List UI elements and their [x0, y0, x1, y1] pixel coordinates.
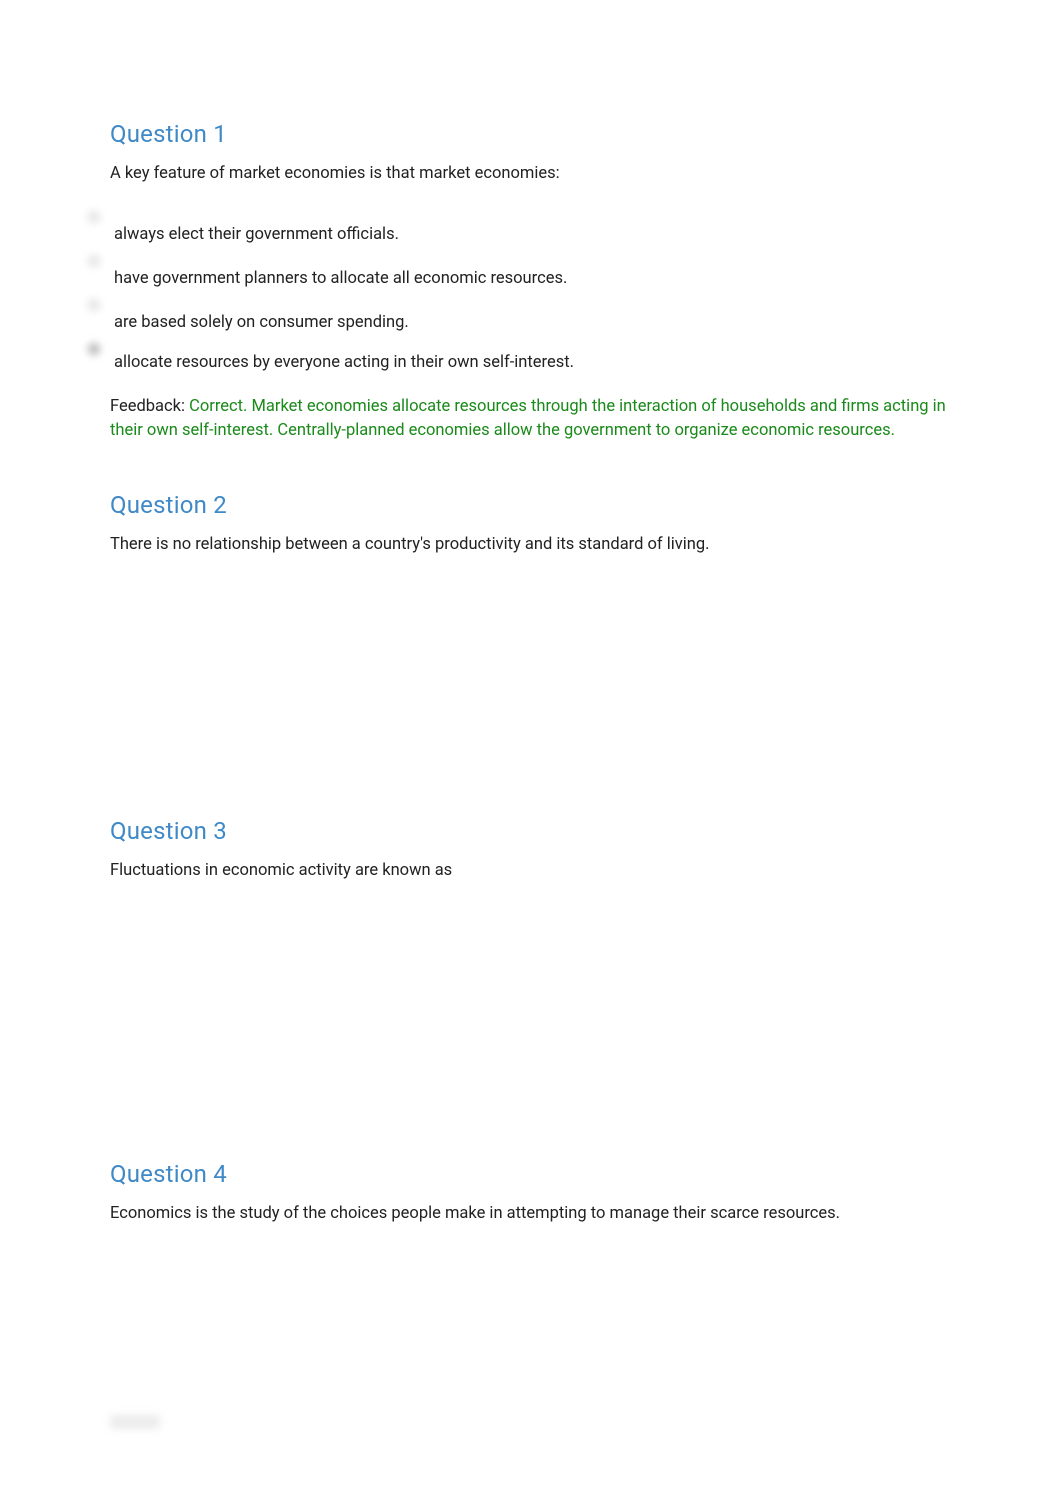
question-3: Question 3 Fluctuations in economic acti… — [110, 817, 952, 884]
radio-icon[interactable] — [84, 251, 104, 271]
option-1[interactable]: always elect their government officials. — [110, 207, 952, 247]
question-title: Question 2 — [110, 491, 952, 519]
question-prompt: A key feature of market economies is tha… — [110, 162, 952, 187]
blurred-content-area — [110, 932, 952, 1160]
radio-icon[interactable] — [84, 295, 104, 315]
radio-icon[interactable] — [84, 339, 104, 359]
blurred-content-area — [110, 605, 952, 817]
question-prompt: Economics is the study of the choices pe… — [110, 1202, 952, 1227]
question-title: Question 3 — [110, 817, 952, 845]
question-4: Question 4 Economics is the study of the… — [110, 1160, 952, 1227]
option-text: have government planners to allocate all… — [114, 251, 567, 290]
feedback: Feedback: Correct. Market economies allo… — [110, 395, 952, 443]
blurred-content-area — [110, 1275, 952, 1415]
option-3[interactable]: are based solely on consumer spending. — [110, 295, 952, 335]
question-title: Question 1 — [110, 120, 952, 148]
feedback-text: Correct. Market economies allocate resou… — [110, 397, 946, 440]
question-prompt: Fluctuations in economic activity are kn… — [110, 859, 952, 884]
option-4[interactable]: allocate resources by everyone acting in… — [110, 339, 952, 379]
blurred-fragment — [110, 1415, 160, 1429]
radio-icon[interactable] — [84, 207, 104, 227]
option-2[interactable]: have government planners to allocate all… — [110, 251, 952, 291]
feedback-label: Feedback: — [110, 397, 189, 416]
question-1: Question 1 A key feature of market econo… — [110, 120, 952, 443]
question-2: Question 2 There is no relationship betw… — [110, 491, 952, 558]
question-title: Question 4 — [110, 1160, 952, 1188]
options-list: always elect their government officials.… — [110, 207, 952, 383]
option-text: allocate resources by everyone acting in… — [114, 339, 574, 374]
option-text: are based solely on consumer spending. — [114, 295, 409, 334]
question-prompt: There is no relationship between a count… — [110, 533, 952, 558]
option-text: always elect their government officials. — [114, 207, 399, 246]
